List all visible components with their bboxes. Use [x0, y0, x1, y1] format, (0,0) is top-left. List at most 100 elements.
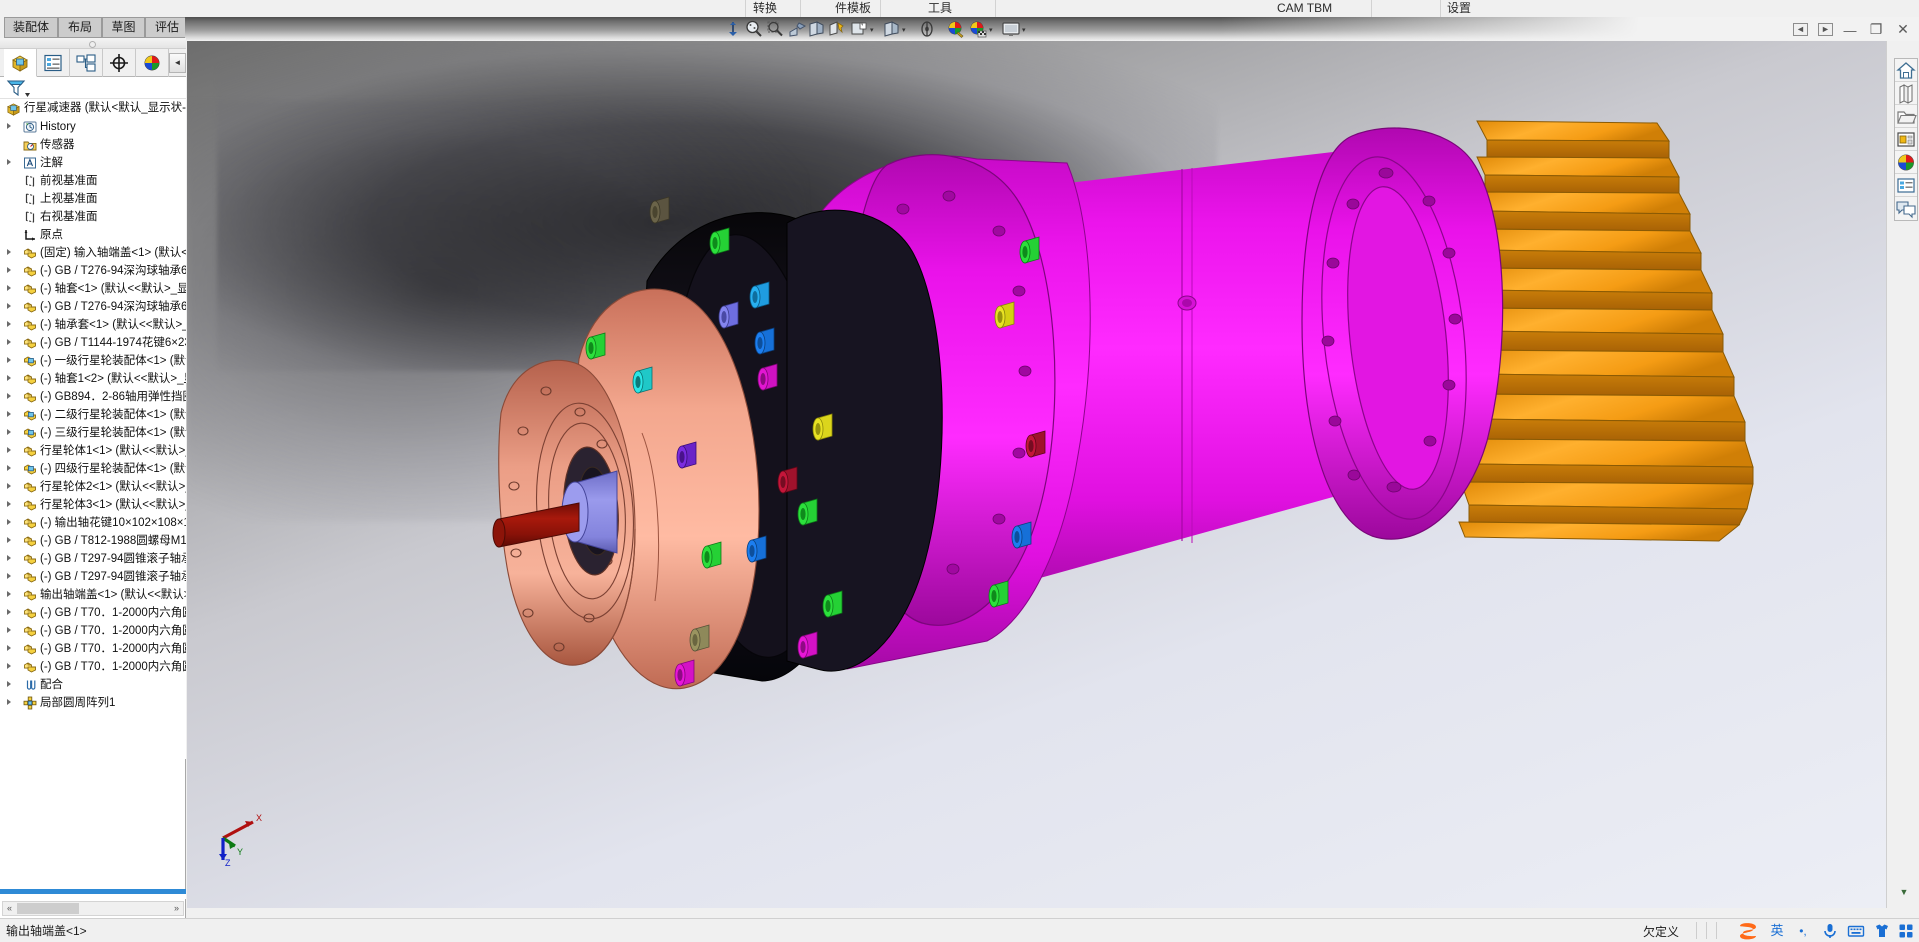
tree-root-row[interactable]: 行星减速器 (默认<默认_显示状-1>	[0, 99, 186, 118]
expand-arrow-icon[interactable]	[7, 645, 11, 651]
ime-mode-label[interactable]: 英	[1767, 922, 1787, 940]
expand-arrow-icon[interactable]	[7, 321, 11, 327]
expand-arrow-icon[interactable]	[7, 249, 11, 255]
expand-arrow-icon[interactable]	[7, 573, 11, 579]
expand-arrow-icon[interactable]	[7, 447, 11, 453]
apply-scene2-icon[interactable]	[968, 19, 988, 39]
tree-item[interactable]: (-) GB / T297-94圆锥滚子轴承30	[0, 550, 186, 568]
expand-arrow-icon[interactable]	[7, 699, 11, 705]
expand-arrow-icon[interactable]	[7, 555, 11, 561]
tree-item[interactable]: (-) 二级行星轮装配体<1> (默认<	[0, 406, 186, 424]
planetary-gearbox-model[interactable]	[187, 41, 1886, 908]
apply-scene-icon[interactable]	[881, 19, 901, 39]
hscroll-left-arrow[interactable]: «	[3, 902, 16, 915]
restore-button[interactable]: ❐	[1866, 21, 1886, 37]
keyboard-icon[interactable]	[1847, 922, 1865, 940]
tree-item[interactable]: (-) GB / T1144-1974花键6×23×	[0, 334, 186, 352]
minimize-button[interactable]: —	[1840, 23, 1860, 39]
tree-item[interactable]: 前视基准面	[0, 172, 186, 190]
expand-arrow-icon[interactable]	[7, 357, 11, 363]
tab-1[interactable]: 装配体	[4, 17, 58, 38]
tree-item[interactable]: 原点	[0, 226, 186, 244]
chevron-down-icon[interactable]: ▾	[1022, 27, 1029, 34]
custom-properties-icon[interactable]	[1895, 174, 1917, 197]
tab-4[interactable]: 评估	[145, 17, 189, 38]
expand-arrow-icon[interactable]	[7, 393, 11, 399]
skin-icon[interactable]	[1873, 922, 1891, 940]
expand-arrow-icon[interactable]	[7, 591, 11, 597]
tree-item[interactable]: 输出轴端盖<1> (默认<<默认>_显	[0, 586, 186, 604]
tree-item[interactable]: History	[0, 118, 186, 136]
tree-item[interactable]: 传感器	[0, 136, 186, 154]
feature-tree-tab[interactable]	[4, 49, 37, 77]
panel-grip[interactable]	[0, 38, 186, 49]
tree-item[interactable]: 右视基准面	[0, 208, 186, 226]
view-orientation-icon[interactable]	[787, 19, 807, 39]
edit-appearance2-icon[interactable]	[946, 19, 966, 39]
tree-item[interactable]: 行星轮体1<1> (默认<<默认>_显	[0, 442, 186, 460]
tree-item[interactable]: (固定) 输入轴端盖<1> (默认<<默	[0, 244, 186, 262]
edit-appearance-icon[interactable]	[849, 19, 869, 39]
hscroll-right-arrow[interactable]: »	[170, 902, 183, 915]
tree-item[interactable]: (-) GB / T812-1988圆螺母M110	[0, 532, 186, 550]
design-library-icon[interactable]	[1895, 105, 1917, 128]
task-pane-scroll-down[interactable]: ▼	[1895, 882, 1913, 902]
expand-arrow-icon[interactable]	[7, 681, 11, 687]
tree-item[interactable]: (-) GB / T70．1-2000内六角圆柱	[0, 658, 186, 676]
view-palette-icon[interactable]	[1895, 151, 1917, 174]
expand-arrow-icon[interactable]	[7, 267, 11, 273]
chevron-down-icon[interactable]: ▾	[989, 27, 996, 34]
tree-item[interactable]: 行星轮体3<1> (默认<<默认>_显	[0, 496, 186, 514]
tree-item[interactable]: (-) GB / T70．1-2000内六角圆柱	[0, 640, 186, 658]
expand-arrow-icon[interactable]	[7, 159, 11, 165]
close-button[interactable]: ✕	[1893, 21, 1913, 37]
hide-show-items-icon[interactable]	[827, 19, 847, 39]
tree-item[interactable]: 配合	[0, 676, 186, 694]
expand-arrow-icon[interactable]	[7, 501, 11, 507]
chevron-down-icon[interactable]: ▾	[902, 27, 909, 34]
filter-icon[interactable]	[5, 78, 31, 98]
tree-item[interactable]: (-) GB / T70．1-2000内六角圆柱	[0, 622, 186, 640]
tab-3[interactable]: 草图	[102, 17, 145, 38]
configuration-manager-tab[interactable]	[70, 49, 103, 77]
expand-arrow-icon[interactable]	[7, 303, 11, 309]
chevron-down-icon[interactable]: ▾	[870, 27, 877, 34]
zoom-to-area-icon[interactable]	[765, 19, 785, 39]
expand-arrow-icon[interactable]	[7, 339, 11, 345]
property-manager-tab[interactable]	[37, 49, 70, 77]
sogou-logo-icon[interactable]	[1737, 920, 1759, 942]
tree-item[interactable]: (-) GB / T70．1-2000内六角圆柱	[0, 604, 186, 622]
dimxpert-manager-tab[interactable]	[103, 49, 136, 77]
tree-item[interactable]: (-) 输出轴花键10×102×108×16.	[0, 514, 186, 532]
tree-item[interactable]: 上视基准面	[0, 190, 186, 208]
expand-arrow-icon[interactable]	[7, 537, 11, 543]
view-settings-icon[interactable]	[917, 19, 937, 39]
tree-horizontal-scrollbar[interactable]: « »	[2, 901, 184, 916]
tree-item[interactable]: 注解	[0, 154, 186, 172]
mic-icon[interactable]	[1821, 922, 1839, 940]
home-icon[interactable]	[1895, 59, 1917, 82]
tree-item[interactable]: 行星轮体2<1> (默认<<默认>_显	[0, 478, 186, 496]
expand-arrow-icon[interactable]	[7, 285, 11, 291]
expand-arrow-icon[interactable]	[7, 429, 11, 435]
tree-item[interactable]: (-) 一级行星轮装配体<1> (默认<	[0, 352, 186, 370]
section-view-icon[interactable]	[723, 19, 743, 39]
fm-tab-scroll-left[interactable]: ◄	[169, 53, 186, 73]
tree-item[interactable]: (-) GB894．2-86轴用弹性挡圈	[0, 388, 186, 406]
tree-item[interactable]: (-) 轴承套<1> (默认<<默认>_显	[0, 316, 186, 334]
display-manager-tab[interactable]	[136, 49, 169, 77]
tab-2[interactable]: 布局	[58, 17, 102, 38]
expand-arrow-icon[interactable]	[7, 627, 11, 633]
solidworks-forum-icon[interactable]	[1895, 197, 1917, 220]
tree-item[interactable]: (-) GB / T276-94深沟球轴承6012	[0, 298, 186, 316]
zoom-to-fit-icon[interactable]	[744, 19, 764, 39]
apps-icon[interactable]	[1897, 922, 1915, 940]
tree-item[interactable]: (-) GB / T276-94深沟球轴承6012	[0, 262, 186, 280]
hscroll-thumb[interactable]	[17, 903, 79, 914]
solidworks-resources-icon[interactable]	[1895, 82, 1917, 105]
expand-arrow-icon[interactable]	[7, 519, 11, 525]
expand-arrow-icon[interactable]	[7, 123, 11, 129]
feature-tree[interactable]: 行星减速器 (默认<默认_显示状-1> History 传感器 注解 前视基准面 上视基…	[0, 99, 186, 759]
graphics-viewport[interactable]: X Y Z	[187, 41, 1886, 908]
expand-arrow-icon[interactable]	[7, 411, 11, 417]
